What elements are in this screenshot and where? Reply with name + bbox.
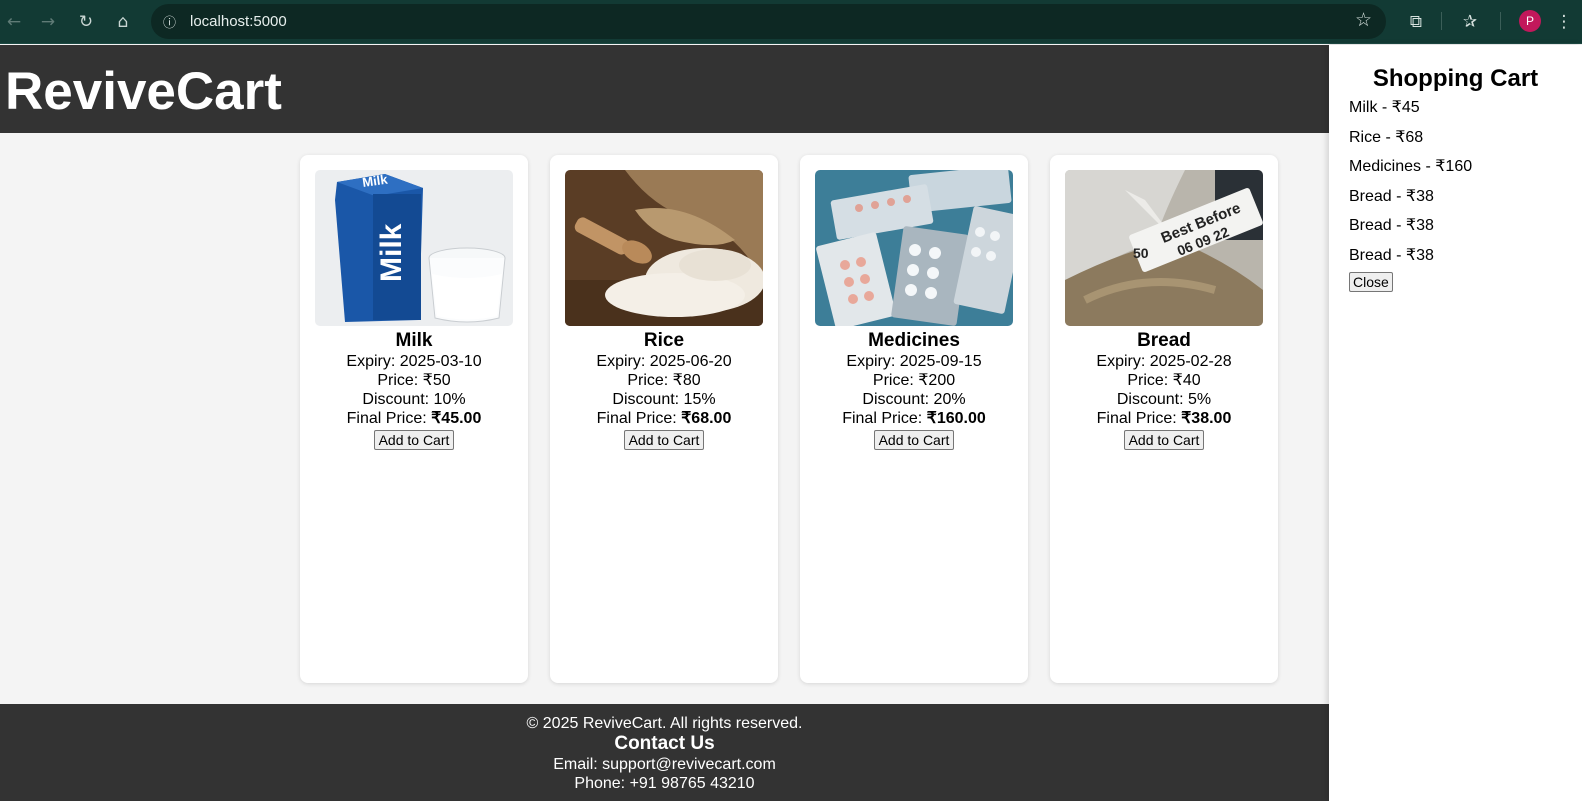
add-to-cart-button[interactable]: Add to Cart [1123, 430, 1205, 450]
copyright-text: © 2025 ReviveCart. All rights reserved. [526, 715, 803, 732]
site-header: ReviveCart [0, 45, 1329, 133]
product-name: Rice [643, 330, 685, 351]
product-expiry: Expiry: 2025-02-28 [1096, 353, 1232, 370]
extensions-icon[interactable]: ⧉ [1402, 8, 1430, 36]
more-menu-icon[interactable]: ⋮ [1550, 8, 1578, 36]
product-expiry: Expiry: 2025-06-20 [596, 353, 732, 370]
product-name: Bread [1137, 330, 1191, 351]
site-info-icon[interactable]: ⓘ [159, 11, 180, 32]
product-expiry: Expiry: 2025-09-15 [846, 353, 982, 370]
add-to-cart-button[interactable]: Add to Cart [623, 430, 705, 450]
product-final-price: Final Price: ₹68.00 [596, 410, 732, 427]
toolbar-divider [1500, 12, 1501, 30]
product-final-price: Final Price: ₹38.00 [1096, 410, 1232, 427]
browser-toolbar: ← → ↻ ⌂ ⓘ localhost:5000 ☆ ⧉ ✰ P ⋮ [0, 0, 1582, 44]
cart-item: Rice - ₹68 [1349, 128, 1424, 146]
product-price: Price: ₹200 [872, 372, 956, 389]
add-to-cart-button[interactable]: Add to Cart [873, 430, 955, 450]
product-discount: Discount: 20% [862, 391, 966, 408]
cart-item: Bread - ₹38 [1349, 217, 1434, 235]
cart-item: Bread - ₹38 [1349, 187, 1434, 205]
bookmark-star-icon[interactable]: ☆ [1355, 9, 1372, 31]
contact-phone: Phone: +91 98765 43210 [574, 775, 755, 792]
close-cart-button[interactable]: Close [1349, 272, 1393, 292]
medicines-image [815, 170, 1013, 326]
reload-icon[interactable]: ↻ [72, 8, 100, 36]
product-card-bread: Best Before 06 09 22 50 Bread Expiry: 20… [1050, 155, 1278, 683]
product-card-rice: Rice Expiry: 2025-06-20 Price: ₹80 Disco… [550, 155, 778, 683]
toolbar-divider [1441, 12, 1442, 30]
shopping-cart-panel: Shopping Cart Milk - ₹45 Rice - ₹68 Medi… [1329, 45, 1582, 801]
add-to-cart-button[interactable]: Add to Cart [373, 430, 455, 450]
cart-items-list: Milk - ₹45 Rice - ₹68 Medicines - ₹160 B… [1349, 98, 1472, 276]
milk-image: Milk Milk [315, 170, 513, 326]
cart-item: Medicines - ₹160 [1349, 158, 1473, 176]
forward-arrow-icon[interactable]: → [34, 8, 62, 36]
product-price: Price: ₹50 [377, 372, 451, 389]
contact-email: Email: support@revivecart.com [553, 756, 776, 773]
product-name: Medicines [868, 330, 960, 351]
bread-image: Best Before 06 09 22 50 [1065, 170, 1263, 326]
profile-avatar[interactable]: P [1519, 10, 1541, 32]
product-expiry: Expiry: 2025-03-10 [346, 353, 482, 370]
cart-item: Milk - ₹45 [1349, 99, 1420, 116]
product-name: Milk [395, 330, 433, 351]
product-discount: Discount: 5% [1116, 391, 1212, 408]
rice-image [565, 170, 763, 326]
url-text[interactable]: localhost:5000 [190, 13, 287, 30]
contact-heading: Contact Us [614, 733, 715, 754]
product-final-price: Final Price: ₹45.00 [346, 410, 482, 427]
product-price: Price: ₹40 [1127, 372, 1201, 389]
home-icon[interactable]: ⌂ [109, 8, 137, 36]
product-discount: Discount: 10% [362, 391, 466, 408]
svg-text:50: 50 [1133, 245, 1149, 261]
svg-text:Milk: Milk [375, 223, 408, 282]
address-bar[interactable]: ⓘ localhost:5000 ☆ [151, 4, 1386, 39]
product-card-medicines: Medicines Expiry: 2025-09-15 Price: ₹200… [800, 155, 1028, 683]
site-footer: © 2025 ReviveCart. All rights reserved. … [0, 704, 1329, 801]
product-final-price: Final Price: ₹160.00 [842, 410, 986, 427]
product-card-milk: Milk Milk Milk Expiry: 2025-03-10 Price:… [300, 155, 528, 683]
site-title: ReviveCart [5, 62, 282, 121]
product-price: Price: ₹80 [627, 372, 701, 389]
reading-list-icon[interactable]: ✰ [1456, 8, 1484, 36]
back-arrow-icon[interactable]: ← [0, 8, 28, 36]
cart-title: Shopping Cart [1372, 65, 1539, 92]
product-discount: Discount: 15% [612, 391, 716, 408]
